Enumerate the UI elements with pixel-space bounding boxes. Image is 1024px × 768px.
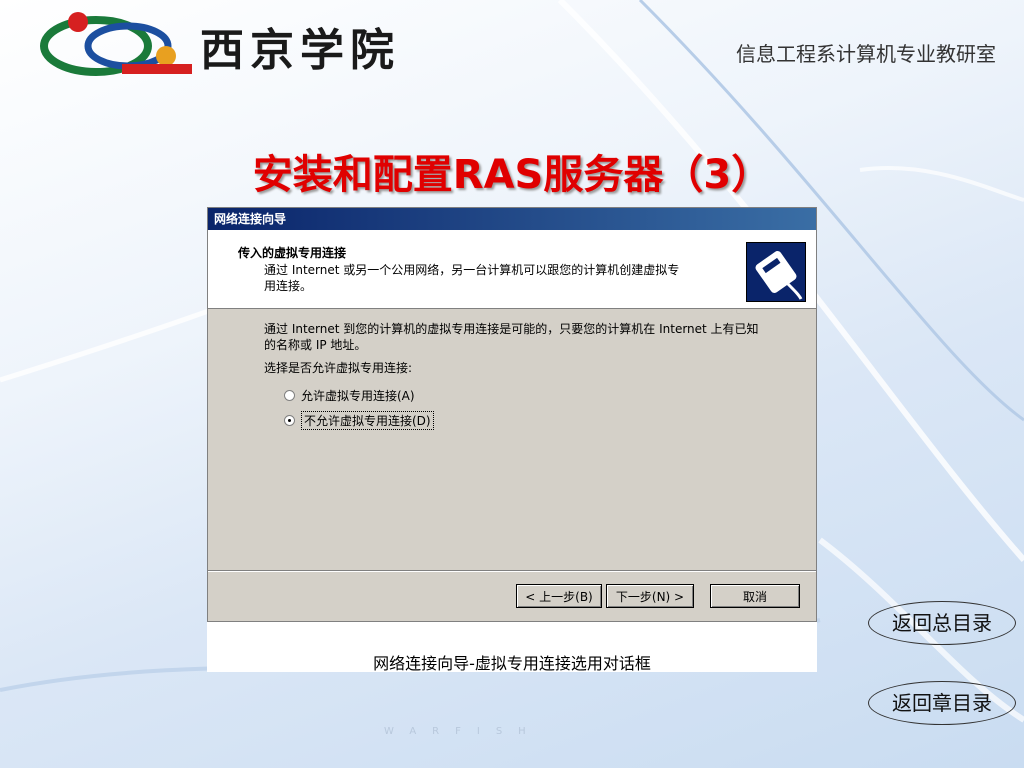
- watermark-text: WARFISH: [384, 726, 542, 737]
- radio-deny-vpn[interactable]: 不允许虚拟专用连接(D): [284, 411, 434, 430]
- radio-button-selected[interactable]: [284, 415, 295, 426]
- next-button[interactable]: 下一步(N) >: [606, 584, 694, 608]
- network-plug-icon: [746, 242, 806, 302]
- screenshot-figure: 网络连接向导 传入的虚拟专用连接 通过 Internet 或另一个公用网络，另一…: [207, 207, 817, 673]
- department-label: 信息工程系计算机专业教研室: [736, 42, 996, 66]
- choose-label: 选择是否允许虚拟专用连接:: [264, 361, 413, 375]
- radio-label: 不允许虚拟专用连接(D): [301, 411, 434, 430]
- button-separator: [208, 570, 816, 572]
- figure-caption: 网络连接向导-虚拟专用连接选用对话框: [373, 654, 651, 673]
- wizard-header: 传入的虚拟专用连接 通过 Internet 或另一个公用网络，另一台计算机可以跟…: [208, 230, 816, 309]
- wizard-header-description: 通过 Internet 或另一个公用网络，另一台计算机可以跟您的计算机创建虚拟专…: [264, 263, 680, 293]
- back-to-main-toc-button[interactable]: 返回总目录: [868, 601, 1016, 645]
- slide-header: 西京学院 信息工程系计算机专业教研室: [0, 0, 1024, 90]
- wizard-dialog: 网络连接向导 传入的虚拟专用连接 通过 Internet 或另一个公用网络，另一…: [207, 207, 817, 622]
- back-to-chapter-toc-button[interactable]: 返回章目录: [868, 681, 1016, 725]
- cancel-button[interactable]: 取消: [710, 584, 800, 608]
- school-name: 西京学院: [200, 25, 400, 76]
- radio-label: 允许虚拟专用连接(A): [301, 389, 415, 403]
- intro-text: 通过 Internet 到您的计算机的虚拟专用连接是可能的，只要您的计算机在 I…: [264, 322, 759, 352]
- wizard-header-title: 传入的虚拟专用连接: [238, 246, 347, 260]
- dialog-titlebar[interactable]: 网络连接向导: [208, 208, 816, 230]
- radio-allow-vpn[interactable]: 允许虚拟专用连接(A): [284, 387, 415, 404]
- slide-title: 安装和配置RAS服务器（3）: [252, 152, 772, 198]
- school-logo: [40, 12, 192, 76]
- radio-button[interactable]: [284, 390, 295, 401]
- back-button[interactable]: < 上一步(B): [516, 584, 602, 608]
